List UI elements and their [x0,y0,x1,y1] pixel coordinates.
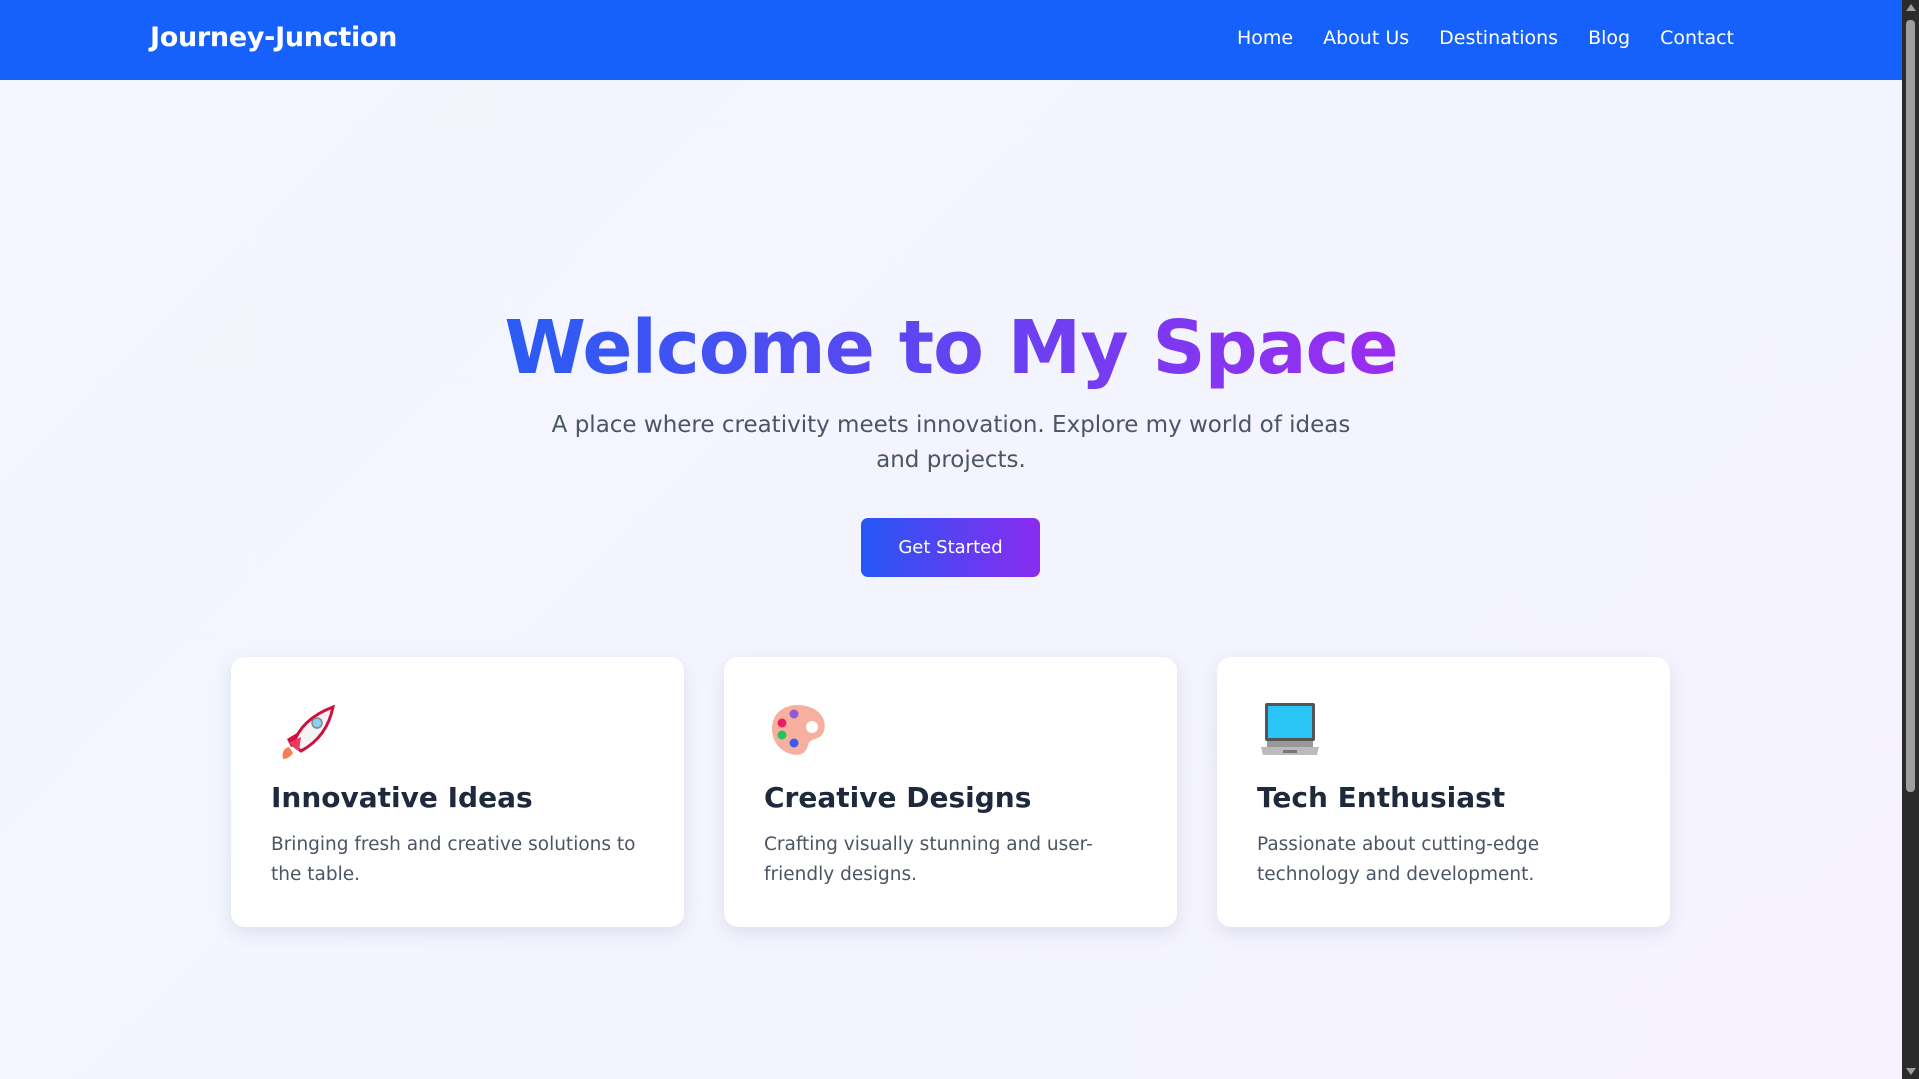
nav-home[interactable]: Home [1237,27,1293,49]
feature-card-tech-enthusiast: Tech Enthusiast Passionate about cutting… [1217,657,1670,927]
rocket-icon [282,704,336,759]
hero-title: Welcome to My Space [504,305,1398,391]
palette-icon [772,705,825,755]
scrollbar-thumb[interactable] [1906,20,1915,792]
nav-blog[interactable]: Blog [1588,27,1630,49]
nav-destinations[interactable]: Destinations [1439,27,1558,49]
nav-about-us[interactable]: About Us [1323,27,1409,49]
card-title: Tech Enthusiast [1257,781,1506,814]
card-text: Bringing fresh and creative solutions to… [271,834,636,885]
card-title: Innovative Ideas [271,781,533,814]
nav-menu: Home About Us Destinations Blog Contact [1237,27,1734,49]
navbar: Journey-Junction Home About Us Destinati… [0,0,1902,80]
card-text: Crafting visually stunning and user-frie… [764,834,1093,885]
card-text: Passionate about cutting-edge technology… [1257,834,1540,885]
site-logo[interactable]: Journey-Junction [150,22,397,53]
scroll-up-arrow-icon[interactable] [1906,4,1916,11]
laptop-icon [1261,703,1319,755]
hero-subtitle: A place where creativity meets innovatio… [551,412,1351,473]
feature-card-creative-designs: Creative Designs Crafting visually stunn… [724,657,1177,927]
card-title: Creative Designs [764,781,1032,814]
feature-card-innovative-ideas: Innovative Ideas Bringing fresh and crea… [231,657,684,927]
nav-contact[interactable]: Contact [1660,27,1734,49]
scroll-down-arrow-icon[interactable] [1906,1068,1916,1075]
get-started-button[interactable]: Get Started [861,518,1040,577]
vertical-scrollbar[interactable] [1902,0,1919,1079]
